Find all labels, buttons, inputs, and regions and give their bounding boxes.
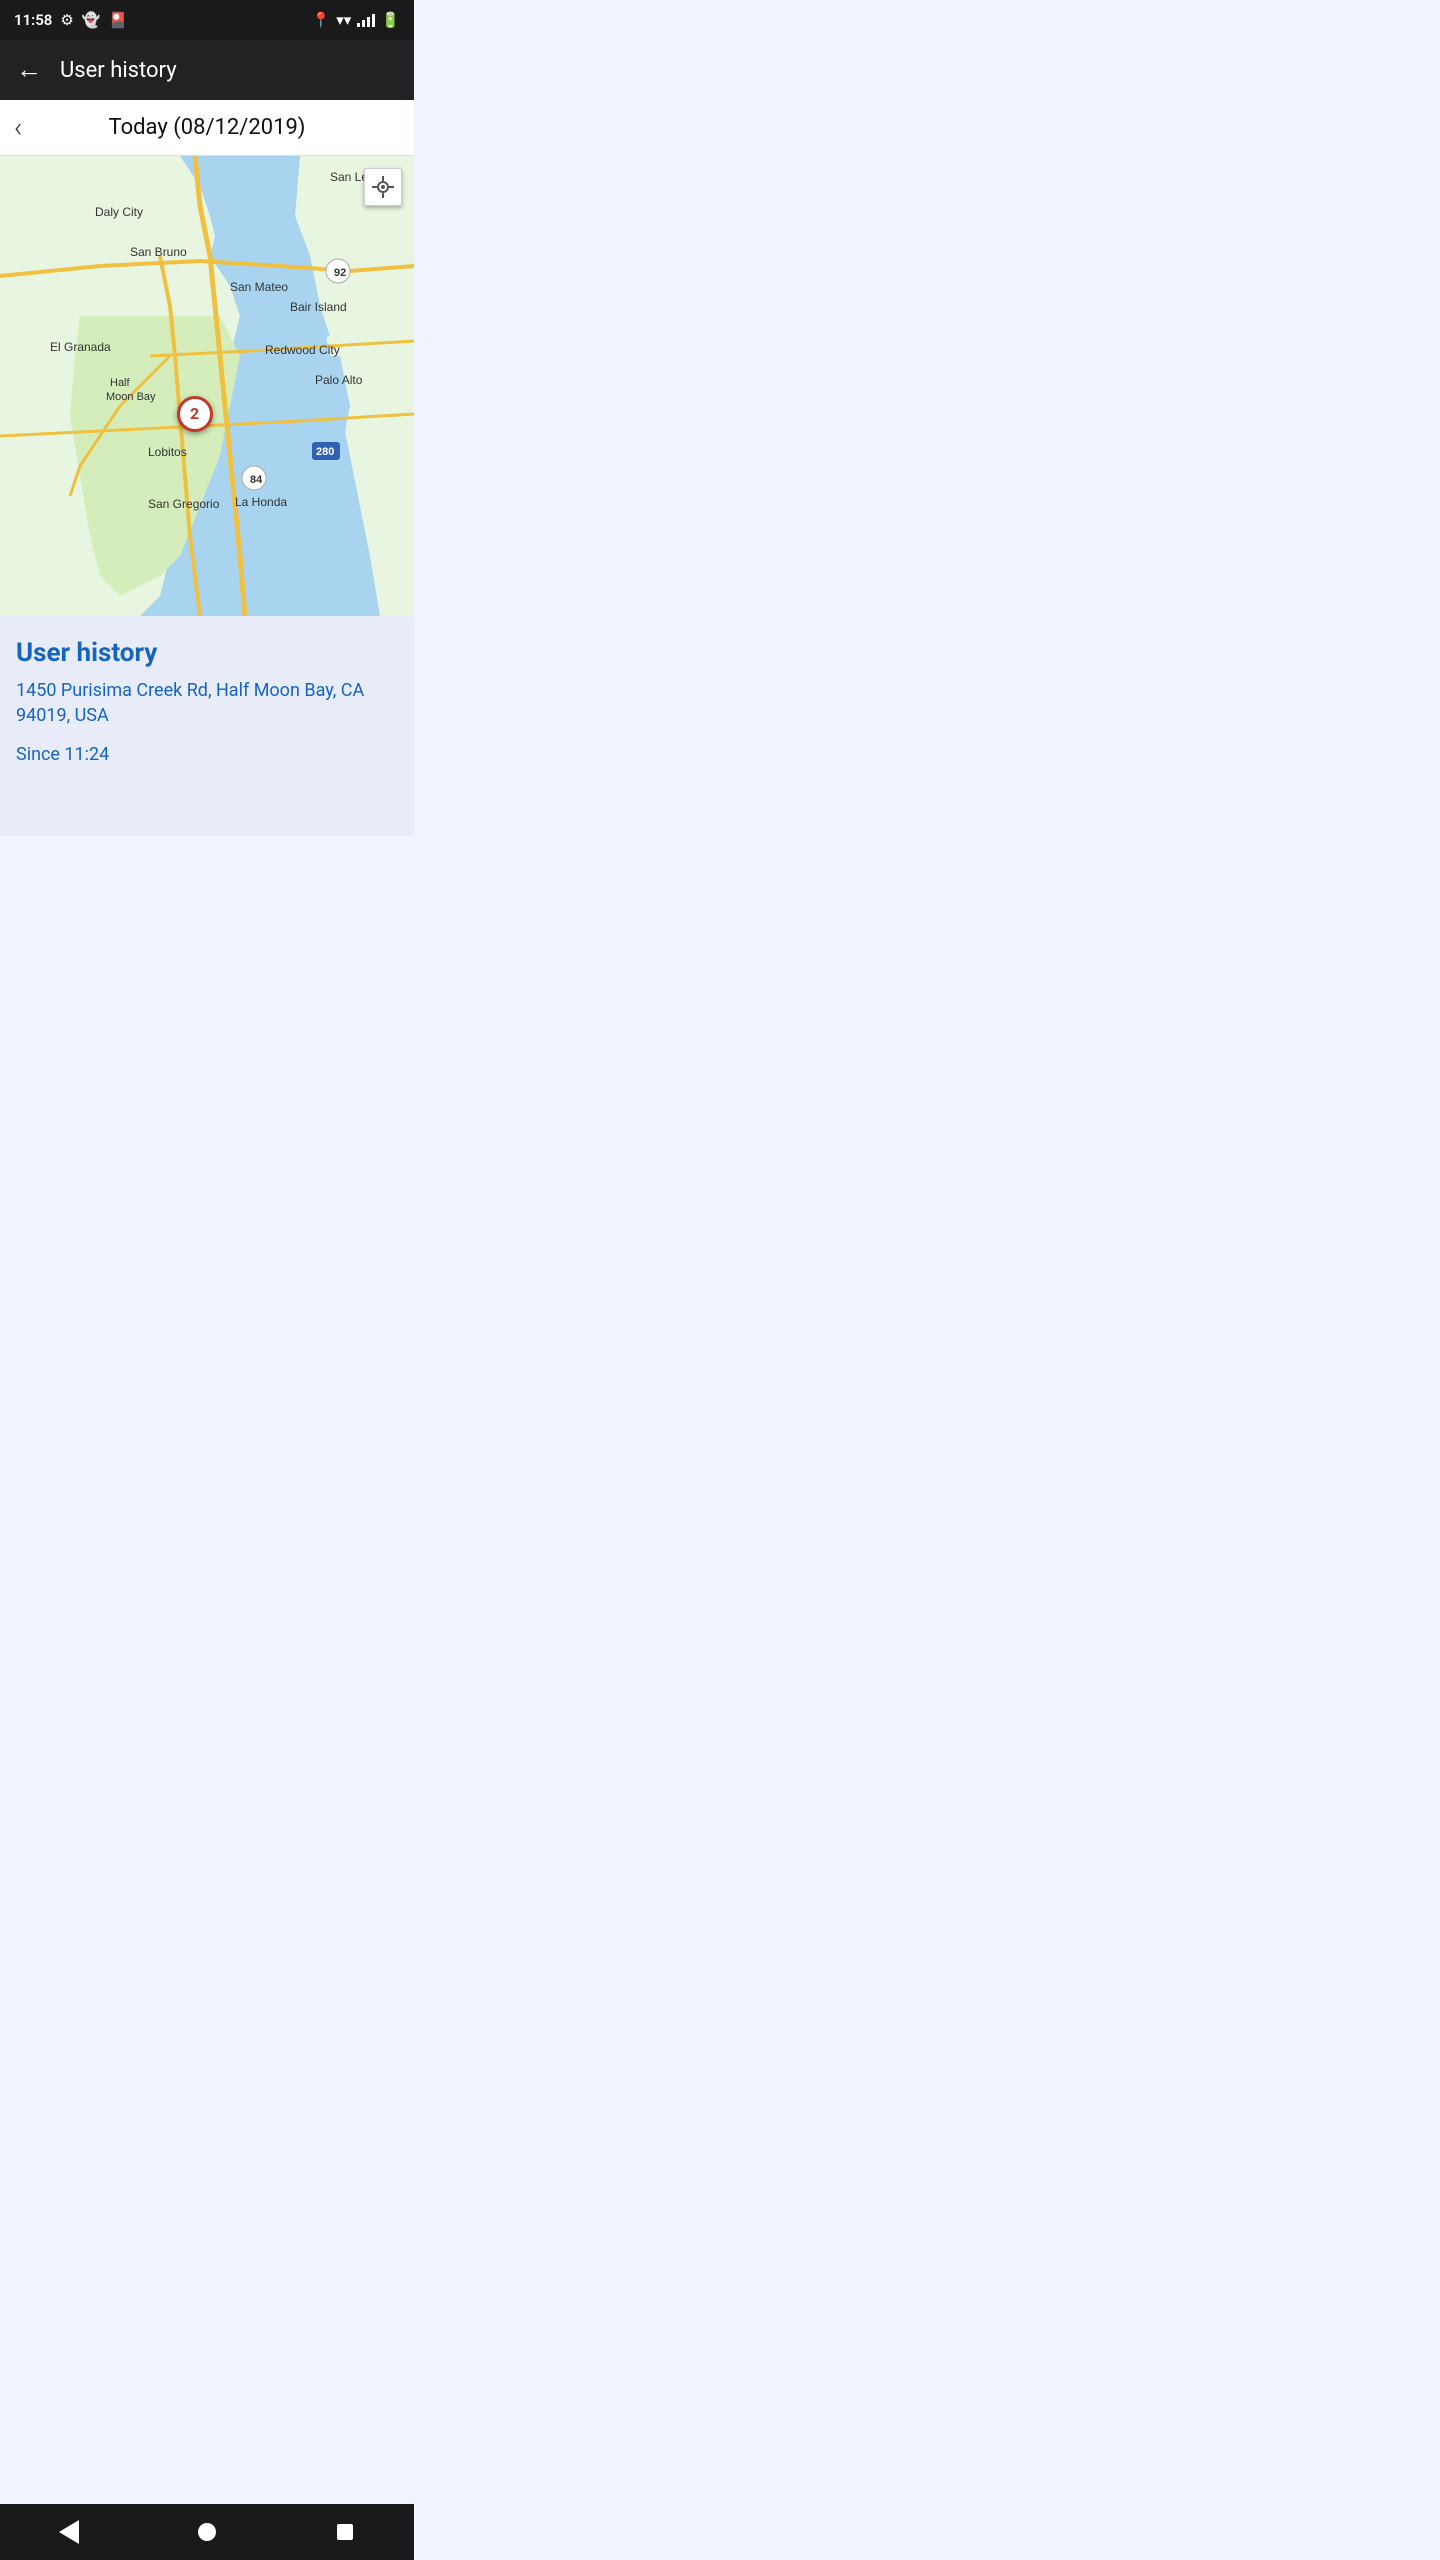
svg-text:Half: Half: [110, 377, 131, 389]
date-back-button[interactable]: ‹: [14, 111, 22, 144]
svg-text:San Mateo: San Mateo: [230, 280, 288, 294]
settings-icon: ⚙: [60, 11, 73, 29]
back-button[interactable]: [49, 2512, 89, 2552]
location-pin-icon: 📍: [312, 11, 331, 29]
recents-button[interactable]: [325, 2512, 365, 2552]
wifi-icon: ▾▾: [336, 11, 351, 29]
status-right: 📍 ▾▾ 🔋: [312, 11, 400, 29]
recents-icon: [337, 2524, 353, 2540]
marker-number: 2: [177, 396, 213, 432]
location-button[interactable]: [364, 168, 402, 206]
map-marker[interactable]: 2: [177, 396, 213, 432]
svg-text:Lobitos: Lobitos: [148, 445, 187, 459]
svg-text:El Granada: El Granada: [50, 340, 111, 354]
svg-text:La Honda: La Honda: [235, 495, 287, 509]
nav-back-button[interactable]: ←: [16, 57, 42, 83]
status-bar: 11:58 ⚙ 👻 🎴 📍 ▾▾ 🔋: [0, 0, 414, 40]
map-container[interactable]: San Leandro Daly City San Bruno San Mate…: [0, 156, 414, 616]
signal-icon: [357, 13, 375, 27]
info-since: Since 11:24: [16, 744, 398, 765]
info-address: 1450 Purisima Creek Rd, Half Moon Bay, C…: [16, 678, 398, 728]
svg-text:San Bruno: San Bruno: [130, 245, 187, 259]
svg-text:Moon Bay: Moon Bay: [106, 391, 156, 403]
back-icon: [59, 2520, 79, 2544]
info-title: User history: [16, 638, 398, 668]
home-button[interactable]: [187, 2512, 227, 2552]
date-text: Today (08/12/2019): [109, 115, 306, 140]
card-icon: 🎴: [109, 11, 128, 29]
svg-text:84: 84: [250, 474, 263, 486]
battery-icon: 🔋: [381, 11, 400, 29]
info-panel: User history 1450 Purisima Creek Rd, Hal…: [0, 616, 414, 836]
nav-bar: ← User history: [0, 40, 414, 100]
svg-text:92: 92: [334, 267, 346, 279]
svg-text:Palo Alto: Palo Alto: [315, 373, 363, 387]
svg-text:Bair Island: Bair Island: [290, 300, 347, 314]
nav-title: User history: [60, 58, 177, 83]
svg-text:280: 280: [316, 446, 334, 458]
svg-text:Redwood City: Redwood City: [265, 343, 340, 357]
svg-text:San Gregorio: San Gregorio: [148, 497, 220, 511]
status-time: 11:58: [14, 11, 52, 29]
date-bar: ‹ Today (08/12/2019): [0, 100, 414, 156]
crosshair-icon: [372, 176, 394, 198]
svg-text:Daly City: Daly City: [95, 205, 143, 219]
map-svg: San Leandro Daly City San Bruno San Mate…: [0, 156, 414, 616]
home-icon: [198, 2523, 216, 2541]
status-left: 11:58 ⚙ 👻 🎴: [14, 11, 127, 29]
ghost-icon: 👻: [82, 11, 101, 29]
bottom-nav: [0, 2504, 414, 2560]
